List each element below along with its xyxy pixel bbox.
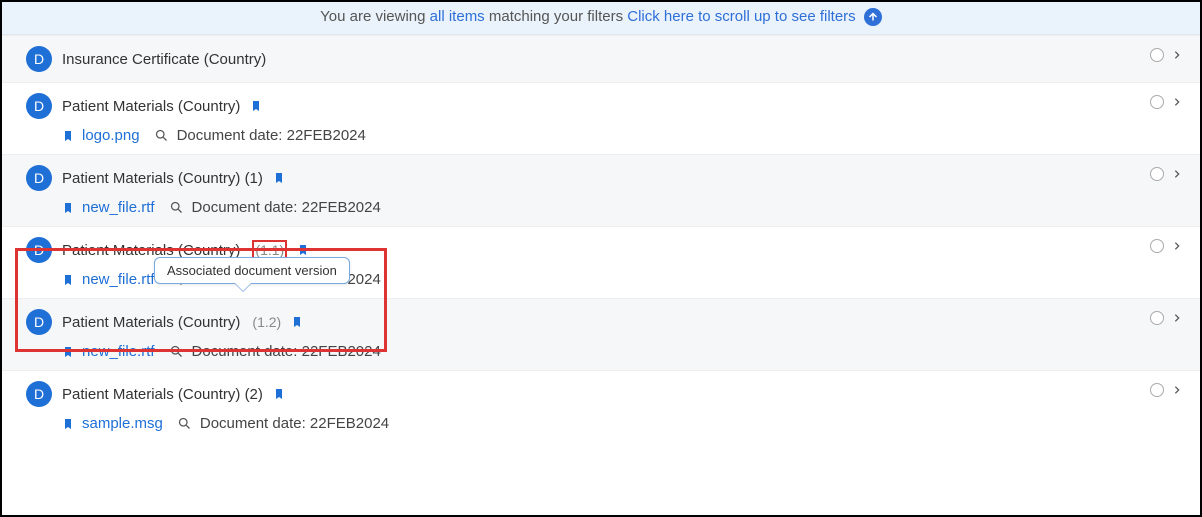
select-radio[interactable]	[1150, 311, 1164, 325]
list-item[interactable]: D Insurance Certificate (Country)	[2, 35, 1200, 82]
select-radio[interactable]	[1150, 95, 1164, 109]
doc-type-badge: D	[26, 93, 52, 119]
chevron-right-icon[interactable]	[1172, 167, 1182, 181]
doc-type-badge: D	[26, 237, 52, 263]
bookmark-icon[interactable]	[62, 273, 74, 287]
bookmark-icon[interactable]	[297, 243, 309, 257]
document-date: Document date: 22FEB2024	[192, 199, 381, 216]
search-icon[interactable]	[154, 128, 169, 143]
file-link[interactable]: new_file.rtf	[82, 199, 155, 216]
item-version: (1.2)	[252, 314, 281, 330]
item-title: Patient Materials (Country) (2)	[62, 386, 263, 403]
item-title: Insurance Certificate (Country)	[62, 51, 266, 68]
version-tooltip: Associated document version	[154, 257, 350, 284]
bookmark-icon[interactable]	[291, 315, 303, 329]
bookmark-icon[interactable]	[273, 387, 285, 401]
item-title: Patient Materials (Country) (1)	[62, 170, 263, 187]
bookmark-icon[interactable]	[273, 171, 285, 185]
doc-type-badge: D	[26, 46, 52, 72]
document-date: Document date: 22FEB2024	[177, 127, 366, 144]
document-date: Document date: 22FEB2024	[200, 415, 389, 432]
file-link[interactable]: new_file.rtf	[82, 343, 155, 360]
file-link[interactable]: sample.msg	[82, 415, 163, 432]
search-icon[interactable]	[177, 416, 192, 431]
list-item[interactable]: D Patient Materials (Country) logo.png Docu…	[2, 82, 1200, 154]
bookmark-icon[interactable]	[62, 345, 74, 359]
bookmark-icon[interactable]	[62, 129, 74, 143]
select-radio[interactable]	[1150, 239, 1164, 253]
doc-type-badge: D	[26, 381, 52, 407]
banner-link-scroll-up[interactable]: Click here to scroll up to see filters	[627, 8, 855, 25]
arrow-up-circle-icon[interactable]	[864, 8, 882, 26]
search-icon[interactable]	[169, 344, 184, 359]
chevron-right-icon[interactable]	[1172, 239, 1182, 253]
select-radio[interactable]	[1150, 383, 1164, 397]
chevron-right-icon[interactable]	[1172, 311, 1182, 325]
select-radio[interactable]	[1150, 48, 1164, 62]
banner-text-prefix: You are viewing	[320, 8, 430, 25]
search-icon[interactable]	[169, 200, 184, 215]
item-title: Patient Materials (Country)	[62, 98, 240, 115]
bookmark-icon[interactable]	[62, 417, 74, 431]
item-title: Patient Materials (Country)	[62, 242, 240, 259]
file-link[interactable]: logo.png	[82, 127, 140, 144]
chevron-right-icon[interactable]	[1172, 95, 1182, 109]
list-item[interactable]: D Patient Materials (Country) (1.2) new_fil…	[2, 298, 1200, 370]
select-radio[interactable]	[1150, 167, 1164, 181]
item-title: Patient Materials (Country)	[62, 314, 240, 331]
banner-link-all-items[interactable]: all items	[430, 8, 485, 25]
banner-text-mid: matching your filters	[485, 8, 628, 25]
chevron-right-icon[interactable]	[1172, 48, 1182, 62]
list-item[interactable]: D Patient Materials (Country) (2) sample.m…	[2, 370, 1200, 442]
document-date: Document date: 22FEB2024	[192, 343, 381, 360]
list-item[interactable]: D Patient Materials (Country) (1) new_file…	[2, 154, 1200, 226]
doc-type-badge: D	[26, 309, 52, 335]
bookmark-icon[interactable]	[250, 99, 262, 113]
document-list: D Insurance Certificate (Country) D Patient…	[2, 35, 1200, 442]
file-link[interactable]: new_file.rtf	[82, 271, 155, 288]
chevron-right-icon[interactable]	[1172, 383, 1182, 397]
bookmark-icon[interactable]	[62, 201, 74, 215]
doc-type-badge: D	[26, 165, 52, 191]
filter-banner: You are viewing all items matching your …	[2, 2, 1200, 35]
